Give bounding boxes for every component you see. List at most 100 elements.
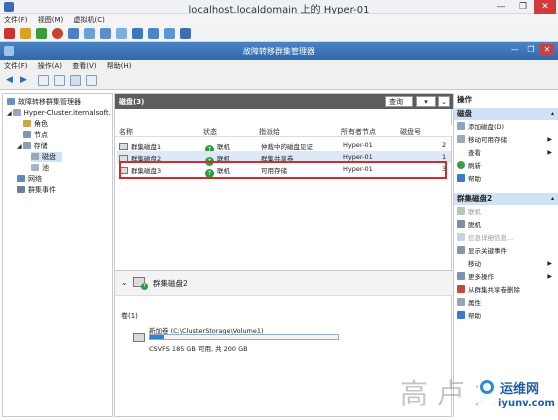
pool-icon: [31, 164, 39, 171]
stop-icon[interactable]: [4, 28, 15, 39]
tree-cluster[interactable]: ◢ Hyper-Cluster.iternalsoft.: [7, 108, 111, 118]
row-owner: Hyper-01: [343, 153, 373, 161]
fcm-close-button[interactable]: ✕: [540, 44, 554, 56]
site-url: iyunv.com: [498, 398, 555, 409]
col-owner[interactable]: 所有者节点: [341, 127, 376, 137]
tree-nodes-label: 节点: [34, 131, 48, 139]
snapshot-icon[interactable]: [84, 28, 95, 39]
play-icon[interactable]: [36, 28, 47, 39]
tree-events[interactable]: 群集事件: [17, 185, 56, 195]
action-label: 更多操作: [468, 273, 494, 281]
detail-title: 群集磁盘2: [153, 279, 188, 288]
collapse-arrow-icon[interactable]: ▴: [551, 108, 554, 120]
help-icon[interactable]: [70, 75, 81, 86]
action-label: 属性: [468, 299, 481, 307]
restore-button[interactable]: ❐: [512, 0, 534, 14]
revert-icon[interactable]: [100, 28, 111, 39]
action-label: 刷新: [468, 162, 481, 170]
volume-icon: [133, 333, 145, 342]
tree-storage-label: 存储: [33, 142, 48, 150]
reset-icon[interactable]: [52, 28, 63, 39]
volume-usage-fill: [150, 335, 165, 339]
action-move[interactable]: 移动 ▶: [457, 258, 557, 270]
tree-roles[interactable]: 角色: [23, 119, 48, 129]
console-icon[interactable]: [164, 28, 175, 39]
expand-icon[interactable]: ⌄: [121, 278, 128, 287]
vm-menubar: 文件(F) 视图(M) 虚拟机(C): [0, 14, 558, 25]
collapse-arrow-icon[interactable]: ▴: [551, 193, 554, 205]
blank-icon: [457, 259, 465, 267]
forward-icon[interactable]: ▶: [20, 75, 31, 86]
tree-roles-label: 角色: [34, 120, 48, 128]
tree-pools-label: 池: [42, 164, 49, 172]
action-move-storage[interactable]: 移动可用存储 ▶: [457, 134, 557, 146]
query-button[interactable]: 查询: [385, 96, 413, 107]
action-refresh[interactable]: 刷新: [457, 160, 557, 172]
action-help[interactable]: 帮助: [457, 173, 557, 185]
fcm-restore-button[interactable]: ❐: [524, 44, 538, 56]
table-row[interactable]: 群集磁盘1 ↑ 联机 仲裁中的磁盘见证 Hyper-01 2: [117, 139, 451, 154]
action-label: 联机: [468, 208, 481, 216]
action-label: 查看: [468, 149, 481, 157]
fcm-minimize-button[interactable]: —: [508, 44, 522, 56]
show-tree-icon[interactable]: [54, 75, 65, 86]
action-label: 添加磁盘(D): [468, 123, 505, 131]
action-help-2[interactable]: 帮助: [457, 310, 557, 322]
selection-highlight: [119, 161, 447, 179]
action-more[interactable]: 更多操作 ▶: [457, 271, 557, 283]
tree-root[interactable]: 故障转移群集管理器: [7, 97, 81, 107]
up-icon[interactable]: [38, 75, 49, 86]
action-remove-csv[interactable]: 从群集共享卷删除: [457, 284, 557, 296]
action-view[interactable]: 查看 ▶: [457, 147, 557, 159]
tree-storage[interactable]: ◢ 存储: [17, 141, 48, 151]
actions-section-disk2-label: 群集磁盘2: [457, 194, 493, 203]
detail-header: ⌄ ↑ 群集磁盘2: [115, 271, 453, 296]
action-online[interactable]: 联机: [457, 206, 557, 218]
col-assigned[interactable]: 指派给: [259, 127, 280, 137]
move-icon: [457, 135, 465, 143]
action-label: 显示关键事件: [468, 247, 507, 255]
tree-network-label: 网络: [28, 175, 42, 183]
collapse-icon[interactable]: ◢: [7, 110, 12, 117]
network-icon: [17, 175, 25, 182]
col-name[interactable]: 名称: [119, 127, 133, 137]
roles-icon: [23, 120, 31, 127]
disk-icon: [119, 143, 128, 150]
minimize-button[interactable]: —: [490, 0, 512, 14]
shutdown-icon[interactable]: [68, 28, 79, 39]
close-button[interactable]: ✕: [534, 0, 556, 14]
fullscreen-icon[interactable]: [180, 28, 191, 39]
tree-nodes[interactable]: 节点: [23, 130, 48, 140]
submenu-arrow-icon: ▶: [547, 149, 552, 156]
actions-section-disk2[interactable]: 群集磁盘2 ▴: [454, 193, 558, 205]
settings-icon[interactable]: [148, 28, 159, 39]
fcm-window-title: 故障转移群集管理器: [243, 47, 315, 56]
save-query-button[interactable]: ▾: [416, 96, 436, 107]
info-icon: [457, 233, 465, 241]
tree-pools[interactable]: 池: [31, 163, 49, 173]
tree-disks[interactable]: 磁盘: [31, 152, 62, 162]
properties-icon[interactable]: [86, 75, 97, 86]
offline-icon: [457, 220, 465, 228]
tree-root-label: 故障转移群集管理器: [18, 98, 81, 106]
actions-section-disks[interactable]: 磁盘 ▴: [454, 108, 558, 120]
clipboard-icon[interactable]: [116, 28, 127, 39]
col-status[interactable]: 状态: [203, 127, 217, 137]
tree-cluster-label: Hyper-Cluster.iternalsoft.: [23, 109, 111, 117]
action-properties[interactable]: 属性: [457, 297, 557, 309]
pause-icon[interactable]: [20, 28, 31, 39]
collapse-button[interactable]: ⌄: [438, 96, 450, 107]
keyboard-icon[interactable]: [132, 28, 143, 39]
action-critical-events[interactable]: 显示关键事件: [457, 245, 557, 257]
refresh-icon: [457, 161, 465, 169]
collapse-icon[interactable]: ◢: [17, 143, 22, 150]
action-add-disk[interactable]: 添加磁盘(D): [457, 121, 557, 133]
action-info-details[interactable]: 信息详细信息...: [457, 232, 557, 244]
back-icon[interactable]: ◀: [6, 75, 17, 86]
tree-network[interactable]: 网络: [17, 174, 42, 184]
help-icon: [457, 174, 465, 182]
row-name: 群集磁盘1: [131, 143, 162, 151]
action-offline[interactable]: 脱机: [457, 219, 557, 231]
row-disk: 2: [442, 141, 447, 149]
col-disk[interactable]: 磁盘号: [400, 127, 421, 137]
